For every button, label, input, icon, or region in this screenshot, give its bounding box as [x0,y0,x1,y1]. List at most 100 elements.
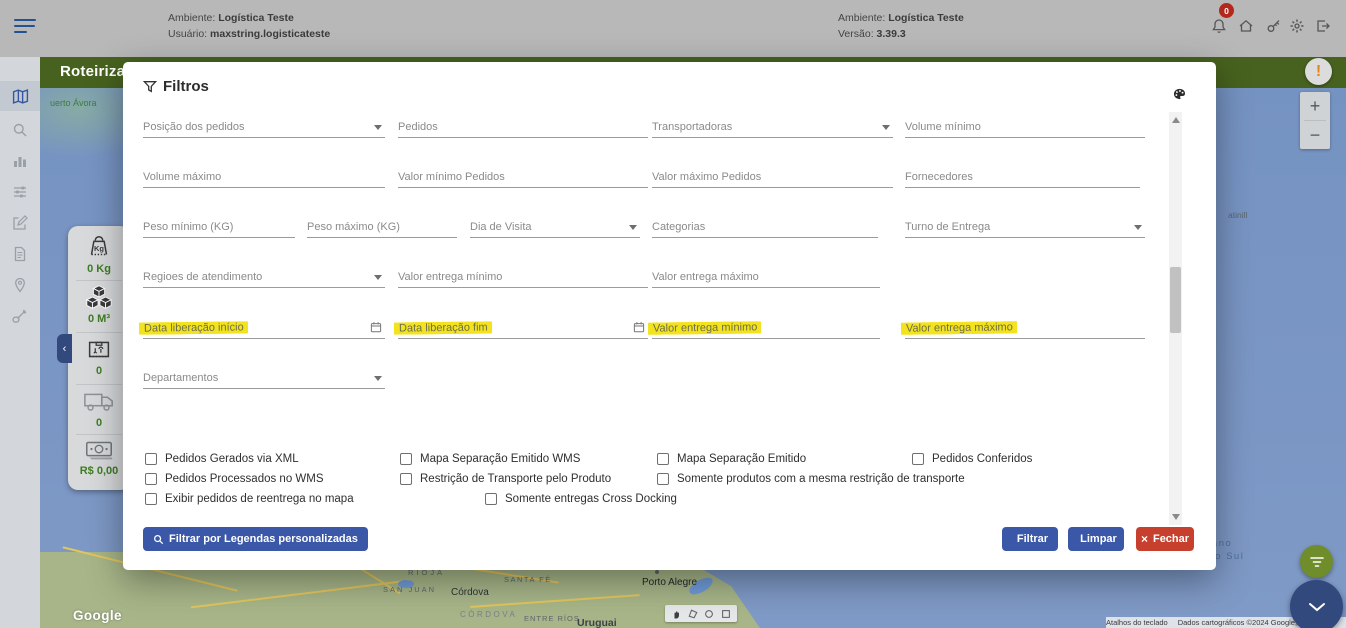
keyboard-shortcuts-link[interactable]: Atalhos do teclado [1106,618,1168,627]
sidebar-item-filter-levels[interactable] [0,177,40,207]
app-root: uerto Ávora atinill RIOJA SAN JUAN Córdo… [0,0,1346,628]
stat-orders-value: 0 [68,365,130,377]
checkbox-pedidos-processados-wms[interactable]: Pedidos Processados no WMS [145,473,324,485]
gear-icon[interactable] [1289,18,1307,36]
field-fornecedores[interactable]: Fornecedores [905,166,1140,188]
rectangle-select-icon[interactable] [720,608,732,620]
close-icon: × [1141,532,1148,546]
collapse-map-fab[interactable] [1290,580,1343,628]
env-info-left: Ambiente: Logística Teste Usuário: maxst… [168,10,330,42]
divider [76,434,122,435]
divider [76,280,122,281]
scrollbar-thumb[interactable] [1170,267,1181,333]
field-valor-entrega-maximo[interactable]: Valor entrega máximo [652,266,880,288]
map-label-park: uerto Ávora [50,98,97,108]
close-button[interactable]: × Fechar [1136,527,1194,551]
checkbox-pedidos-gerados-xml[interactable]: Pedidos Gerados via XML [145,453,299,465]
truck-icon [68,386,130,416]
top-header: Ambiente: Logística Teste Usuário: maxst… [0,0,1346,57]
lasso-select-icon[interactable] [687,608,699,620]
field-posicao-pedidos[interactable]: Posição dos pedidos [143,116,385,138]
logout-door-icon[interactable] [1315,18,1333,36]
field-transportadoras[interactable]: Transportadoras [652,116,893,138]
alert-button[interactable]: ! [1305,58,1332,85]
calendar-icon [370,321,382,333]
menu-hamburger-icon[interactable] [14,19,36,37]
field-peso-minimo[interactable]: Peso mínimo (KG) [143,216,295,238]
checkbox-cross-docking[interactable]: Somente entregas Cross Docking [485,493,677,505]
field-departamentos[interactable]: Departamentos [143,367,385,389]
field-volume-minimo[interactable]: Volume mínimo [905,116,1145,138]
stat-money-value: R$ 0,00 [68,465,130,477]
checkbox-reentrega-no-mapa[interactable]: Exibir pedidos de reentrega no mapa [145,493,354,505]
key-icon[interactable] [1266,18,1284,36]
filter-by-legend-button[interactable]: Filtrar por Legendas personalizadas [143,527,368,551]
field-valor-minimo-pedidos[interactable]: Valor mínimo Pedidos [398,166,648,188]
pan-hand-icon[interactable] [670,608,682,620]
map-label: Uruguai [577,617,617,628]
stat-trucks-value: 0 [68,417,130,429]
palette-icon[interactable] [1173,88,1186,100]
notification-badge: 0 [1219,3,1234,18]
map-label: ENTRE RÍOS [524,614,580,623]
field-valor-entrega-minimo[interactable]: Valor entrega mínimo [398,266,648,288]
clear-button[interactable]: Limpar [1068,527,1124,551]
sidebar-item-edit[interactable] [0,208,40,238]
field-peso-maximo[interactable]: Peso máximo (KG) [307,216,457,238]
map-label: Porto Alegre [642,577,697,588]
modal-scrollbar[interactable] [1169,112,1182,525]
env-info-center: Ambiente: Logística Teste Versão: 3.39.3 [838,10,964,42]
collapse-panel-tab[interactable]: ‹ [57,334,72,363]
stat-volume-value: 0 M³ [68,313,130,325]
field-regioes-atendimento[interactable]: Regioes de atendimento [143,266,385,288]
totals-panel: Kg 0 Kg 0 M³ 0 0 R$ 0,00 [68,226,130,490]
map-label: SANTA FÉ [504,575,552,584]
chevron-down-icon [882,125,890,130]
checkbox-mapa-separacao-emitido[interactable]: Mapa Separação Emitido [657,453,806,465]
field-turno-de-entrega[interactable]: Turno de Entrega [905,216,1145,238]
field-dia-de-visita[interactable]: Dia de Visita [470,216,640,238]
checkbox-mesma-restricao-transporte[interactable]: Somente produtos com a mesma restrição d… [657,473,965,485]
sidebar-item-chart[interactable] [0,146,40,176]
chevron-down-icon [374,376,382,381]
field-data-liberacao-fim[interactable]: Data liberação fim [398,317,648,339]
checkbox-restricao-transporte-produto[interactable]: Restrição de Transporte pelo Produto [400,473,611,485]
sidebar-item-tools[interactable] [0,301,40,331]
left-sidebar [0,57,40,628]
filter-button[interactable]: Filtrar [1002,527,1058,551]
sidebar-item-pin[interactable] [0,270,40,300]
checkbox-pedidos-conferidos[interactable]: Pedidos Conferidos [912,453,1032,465]
money-icon [68,436,130,464]
field-valor-entrega-maximo-2[interactable]: Valor entrega máximo [905,317,1145,339]
map-label: Córdova [451,587,489,598]
home-icon[interactable] [1238,18,1256,36]
field-volume-maximo[interactable]: Volume máximo [143,166,385,188]
divider [76,332,122,333]
chevron-down-icon [629,225,637,230]
scroll-down-arrow[interactable] [1172,514,1180,520]
field-pedidos[interactable]: Pedidos [398,116,648,138]
field-data-liberacao-inicio[interactable]: Data liberação início [143,317,385,339]
zoom-out-button[interactable]: − [1300,121,1330,149]
field-valor-entrega-minimo-2[interactable]: Valor entrega mínimo [652,317,880,339]
sidebar-item-search[interactable] [0,115,40,145]
calendar-icon [633,321,645,333]
scroll-up-arrow[interactable] [1172,117,1180,123]
field-valor-maximo-pedidos[interactable]: Valor máximo Pedidos [652,166,893,188]
bell-icon[interactable] [1211,18,1229,36]
weight-kg-icon: Kg [68,232,130,262]
checkbox-mapa-separacao-wms[interactable]: Mapa Separação Emitido WMS [400,453,580,465]
circle-select-icon[interactable] [703,608,715,620]
search-icon [153,534,164,545]
cubes-icon [68,282,130,312]
chevron-down-icon [374,275,382,280]
zoom-in-button[interactable]: + [1300,92,1330,120]
sidebar-item-document[interactable] [0,239,40,269]
chevron-down-icon [374,125,382,130]
sidebar-item-map[interactable] [0,81,40,111]
chevron-down-icon [1134,225,1142,230]
divider [76,384,122,385]
map-filter-fab[interactable] [1300,545,1333,578]
field-categorias[interactable]: Categorias [652,216,878,238]
modal-title-row: Filtros [143,78,209,95]
